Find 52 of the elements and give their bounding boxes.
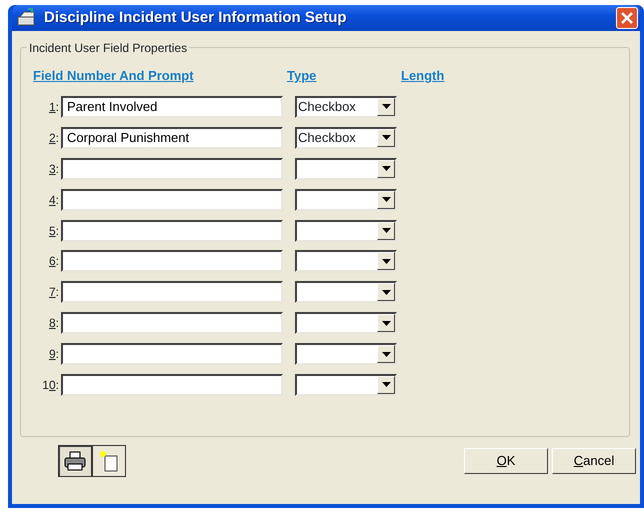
field-number: 7: xyxy=(48,284,60,302)
dropdown-arrow-icon xyxy=(382,135,390,140)
type-dropdown[interactable] xyxy=(295,188,397,211)
type-dropdown[interactable] xyxy=(295,250,397,272)
column-header[interactable]: Type xyxy=(287,66,401,86)
dropdown-arrow-icon xyxy=(382,320,390,326)
field-number: 10: xyxy=(41,376,60,394)
type-dropdown[interactable] xyxy=(295,343,397,366)
window-title: Discipline Incident User Information Setup xyxy=(44,8,347,28)
dropdown-arrow-icon xyxy=(382,197,390,202)
field-number: 4: xyxy=(48,192,60,209)
column-header[interactable]: Length xyxy=(401,66,444,86)
prompt-field[interactable]: Parent Involved xyxy=(61,96,283,118)
field-number: 2: xyxy=(48,130,60,147)
dropdown-arrow-icon xyxy=(382,228,390,233)
prompt-field[interactable] xyxy=(61,220,283,242)
prompt-field[interactable] xyxy=(61,312,283,334)
type-dropdown[interactable]: Checkbox xyxy=(295,126,397,149)
dropdown-arrow-icon xyxy=(382,290,390,295)
type-dropdown[interactable] xyxy=(295,220,397,242)
prompt-field[interactable]: Corporal Punishment xyxy=(61,126,283,149)
field-number: 1: xyxy=(48,98,60,116)
new-document-icon xyxy=(99,450,119,472)
printer-icon xyxy=(64,451,86,471)
type-dropdown[interactable] xyxy=(295,158,397,180)
prompt-field[interactable] xyxy=(61,281,283,304)
field-number: 8: xyxy=(48,315,60,332)
prompt-field[interactable] xyxy=(61,188,283,211)
prompt-field[interactable] xyxy=(61,374,283,396)
type-dropdown[interactable] xyxy=(295,312,397,334)
field-number: 9: xyxy=(48,346,60,364)
cancel-button[interactable]: Cancel xyxy=(552,448,636,474)
field-number: 3: xyxy=(48,160,60,178)
field-number: 6: xyxy=(48,253,60,270)
type-dropdown[interactable]: Checkbox xyxy=(295,96,397,118)
close-button[interactable] xyxy=(616,7,638,29)
dropdown-arrow-icon xyxy=(382,352,390,357)
ok-button[interactable]: OK xyxy=(464,448,548,474)
new-button[interactable] xyxy=(92,445,126,477)
dropdown-arrow-icon xyxy=(382,166,390,172)
prompt-field[interactable] xyxy=(61,343,283,366)
type-dropdown[interactable] xyxy=(295,281,397,304)
dropdown-arrow-icon xyxy=(382,104,390,110)
prompt-field[interactable] xyxy=(61,250,283,272)
field-number: 5: xyxy=(48,222,60,240)
close-icon xyxy=(620,11,634,25)
column-header[interactable]: Field Number And Prompt xyxy=(33,66,287,86)
type-dropdown[interactable] xyxy=(295,374,397,396)
dropdown-arrow-icon xyxy=(382,258,390,264)
prompt-field[interactable] xyxy=(61,158,283,180)
print-button[interactable] xyxy=(58,445,92,477)
dropdown-arrow-icon xyxy=(382,382,390,388)
